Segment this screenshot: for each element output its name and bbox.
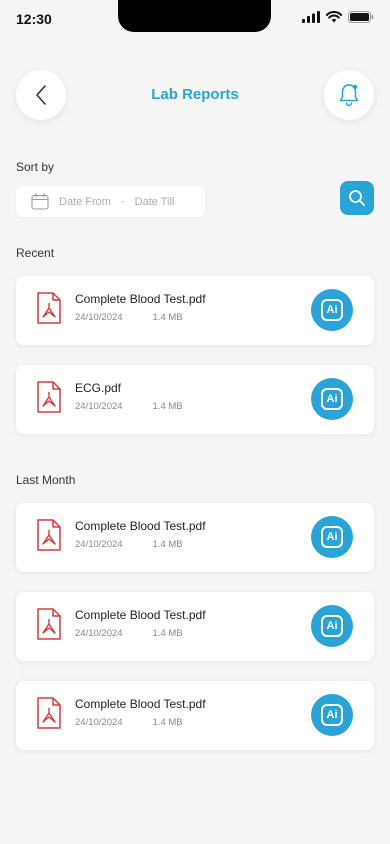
file-name: Complete Blood Test.pdf [75, 697, 206, 711]
pdf-file-icon [37, 519, 61, 551]
pdf-file-icon [37, 381, 61, 413]
notifications-button[interactable] [324, 70, 374, 120]
file-name: Complete Blood Test.pdf [75, 292, 206, 306]
status-bar: 12:30 [0, 0, 390, 36]
file-name: Complete Blood Test.pdf [75, 519, 206, 533]
bell-icon [339, 84, 359, 107]
status-time: 12:30 [16, 11, 52, 27]
ai-analyze-button[interactable]: Ai [311, 516, 353, 558]
ai-icon: Ai [321, 615, 343, 637]
file-date: 24/10/2024 [75, 401, 123, 412]
date-separator: - [120, 195, 125, 208]
ai-analyze-button[interactable]: Ai [311, 605, 353, 647]
ai-analyze-button[interactable]: Ai [311, 694, 353, 736]
pdf-file-icon [37, 697, 61, 729]
calendar-icon [31, 193, 49, 210]
ai-analyze-button[interactable]: Ai [311, 378, 353, 420]
pdf-file-icon [37, 608, 61, 640]
file-card[interactable]: ECG.pdf 24/10/2024 1.4 MB Ai [16, 365, 374, 434]
pdf-file-icon [37, 292, 61, 324]
file-size: 1.4 MB [152, 401, 183, 412]
file-card[interactable]: Complete Blood Test.pdf 24/10/2024 1.4 M… [16, 503, 374, 572]
file-name: Complete Blood Test.pdf [75, 608, 206, 622]
ai-icon: Ai [321, 299, 343, 321]
wifi-icon [326, 11, 342, 23]
search-icon [349, 190, 365, 206]
search-button[interactable] [340, 181, 374, 215]
status-icons [302, 11, 374, 23]
section-label-last-month: Last Month [16, 473, 76, 487]
ai-icon: Ai [321, 388, 343, 410]
file-card[interactable]: Complete Blood Test.pdf 24/10/2024 1.4 M… [16, 276, 374, 345]
section-label-recent: Recent [16, 246, 55, 260]
battery-icon [348, 11, 374, 23]
file-name: ECG.pdf [75, 381, 122, 395]
sort-by-label: Sort by [16, 160, 55, 174]
file-date: 24/10/2024 [75, 312, 123, 323]
ai-icon: Ai [321, 704, 343, 726]
file-date: 24/10/2024 [75, 539, 123, 550]
file-size: 1.4 MB [152, 312, 183, 323]
file-size: 1.4 MB [152, 628, 183, 639]
file-date: 24/10/2024 [75, 717, 123, 728]
signal-icon [302, 11, 320, 23]
ai-analyze-button[interactable]: Ai [311, 289, 353, 331]
device-notch [118, 0, 271, 32]
file-size: 1.4 MB [152, 539, 183, 550]
file-card[interactable]: Complete Blood Test.pdf 24/10/2024 1.4 M… [16, 592, 374, 661]
file-size: 1.4 MB [152, 717, 183, 728]
date-range-picker[interactable]: Date From - Date Till [16, 186, 205, 217]
ai-icon: Ai [321, 526, 343, 548]
date-from-field[interactable]: Date From [59, 196, 111, 208]
file-card[interactable]: Complete Blood Test.pdf 24/10/2024 1.4 M… [16, 681, 374, 750]
date-till-field[interactable]: Date Till [135, 196, 175, 208]
file-date: 24/10/2024 [75, 628, 123, 639]
